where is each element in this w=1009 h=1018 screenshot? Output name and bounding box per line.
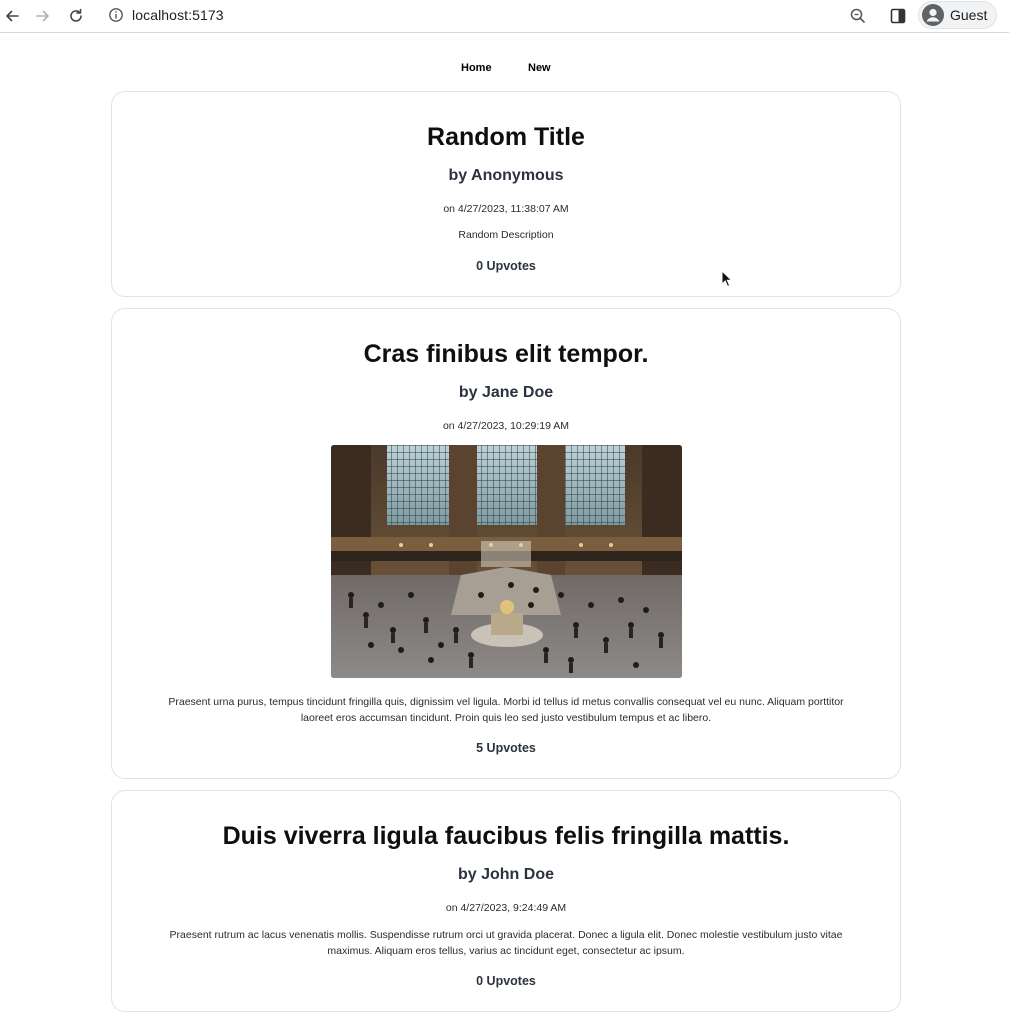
post-date: on 4/27/2023, 9:24:49 AM bbox=[445, 902, 567, 914]
arrow-right-icon bbox=[36, 10, 49, 22]
post-author: by Jane Doe bbox=[458, 384, 554, 401]
browser-toolbar: localhost:5173 Guest bbox=[0, 0, 1009, 33]
post-card[interactable]: Cras finibus elit tempor. by Jane Doe on… bbox=[111, 308, 901, 779]
post-image bbox=[331, 445, 682, 678]
info-icon[interactable] bbox=[108, 7, 124, 23]
post-description: Praesent rutrum ac lacus venenatis molli… bbox=[169, 929, 843, 957]
station-hall-image bbox=[331, 445, 682, 678]
nav-home-link[interactable]: Home bbox=[461, 60, 492, 76]
post-title: Random Title bbox=[427, 123, 585, 151]
reload-icon bbox=[70, 8, 82, 22]
mouse-cursor-icon bbox=[721, 270, 733, 288]
window-left bbox=[387, 445, 449, 525]
address-bar[interactable]: localhost:5173 bbox=[132, 6, 224, 24]
post-description: Praesent urna purus, tempus tincidunt fr… bbox=[168, 696, 844, 724]
nav-new-link[interactable]: New bbox=[528, 60, 551, 76]
post-date: on 4/27/2023, 10:29:19 AM bbox=[442, 420, 570, 432]
zoom-icon[interactable] bbox=[848, 6, 868, 26]
back-button[interactable] bbox=[1, 5, 23, 27]
post-title: Cras finibus elit tempor. bbox=[363, 340, 649, 368]
post-date: on 4/27/2023, 11:38:07 AM bbox=[443, 203, 569, 215]
post-card[interactable]: Duis viverra ligula faucibus felis fring… bbox=[111, 790, 901, 1012]
window-center bbox=[477, 445, 537, 525]
post-card[interactable]: Random Title by Anonymous on 4/27/2023, … bbox=[111, 91, 901, 297]
post-author: by John Doe bbox=[457, 866, 554, 883]
profile-button[interactable]: Guest bbox=[918, 1, 997, 29]
post-upvotes: 0 Upvotes bbox=[476, 974, 536, 988]
forward-button[interactable] bbox=[32, 5, 54, 27]
post-title: Duis viverra ligula faucibus felis fring… bbox=[222, 822, 790, 850]
post-description: Random Description bbox=[458, 229, 554, 241]
window-right bbox=[565, 445, 625, 525]
profile-name: Guest bbox=[950, 7, 988, 23]
post-upvotes: 5 Upvotes bbox=[476, 741, 536, 755]
post-author: by Anonymous bbox=[448, 167, 564, 184]
side-panel-icon[interactable] bbox=[888, 6, 908, 26]
post-upvotes: 0 Upvotes bbox=[476, 259, 536, 273]
reload-button[interactable] bbox=[65, 5, 87, 27]
avatar-icon bbox=[922, 4, 944, 26]
arrow-left-icon bbox=[6, 10, 19, 22]
app-nav: Home New bbox=[0, 60, 1009, 76]
